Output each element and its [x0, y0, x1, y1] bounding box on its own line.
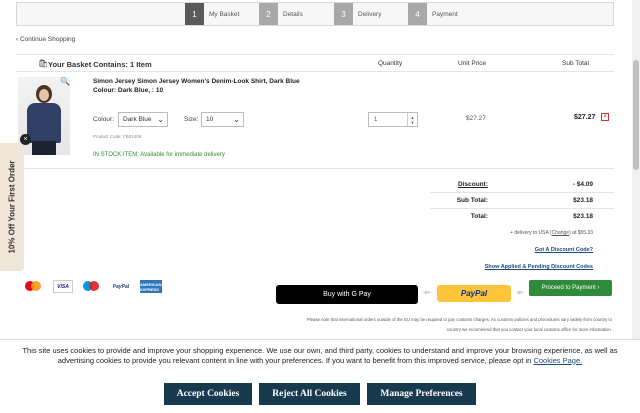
- step-payment[interactable]: 4 Payment: [408, 3, 458, 25]
- maestro-icon: [82, 280, 100, 293]
- product-code: Product Code: FB01405: [93, 134, 142, 139]
- paypal-button[interactable]: PayPal: [437, 285, 511, 302]
- unit-price: $27.27: [466, 115, 486, 122]
- divider: [430, 208, 614, 209]
- line-sub-total: $27.27: [574, 114, 596, 121]
- quantity-stepper[interactable]: 1 ▲ ▼: [368, 112, 418, 127]
- proceed-to-payment-button[interactable]: Proceed to Payment ›: [529, 280, 612, 296]
- step-my-basket[interactable]: 1 My Basket: [185, 3, 239, 25]
- first-order-discount-text: 10% Off Your First Order: [7, 160, 17, 254]
- or-separator: -or-: [516, 290, 524, 296]
- product-image-shirt: [27, 103, 61, 143]
- col-sub-total: Sub Total: [562, 60, 589, 67]
- colour-select[interactable]: Dark Blue ⌄: [118, 112, 168, 127]
- col-unit-price: Unit Price: [458, 60, 487, 67]
- step-delivery[interactable]: 3 Delivery: [334, 3, 381, 25]
- page-scrollbar[interactable]: [632, 0, 640, 340]
- subtotal-label: Sub Total:: [456, 197, 488, 204]
- checkout-steps: 1 My Basket 2 Details 3 Delivery 4 Payme…: [16, 2, 614, 26]
- change-delivery-link[interactable]: Change: [552, 230, 570, 236]
- product-image-legs: [32, 141, 56, 155]
- international-orders-note: Please note that international orders ou…: [150, 315, 612, 335]
- close-icon[interactable]: ×: [20, 134, 31, 145]
- intl-note-line: Please note that international orders ou…: [306, 317, 612, 322]
- basket-title: Your Basket Contains: 1 Item: [48, 60, 152, 69]
- colour-select-value: Dark Blue: [123, 116, 152, 123]
- delivery-suffix: ) at $55.33: [569, 230, 593, 236]
- scrollbar-thumb[interactable]: [633, 60, 639, 170]
- subtotal-value: $23.18: [573, 197, 593, 204]
- step-label: Delivery: [358, 10, 382, 18]
- chevron-down-icon[interactable]: ▼: [411, 120, 415, 125]
- reject-cookies-button[interactable]: Reject All Cookies: [259, 383, 360, 405]
- discount-label[interactable]: Discount:: [408, 181, 488, 188]
- step-number: 3: [334, 3, 353, 25]
- size-select[interactable]: 10 ⌄: [201, 112, 244, 127]
- shopping-bag-icon: 🛍: [38, 59, 49, 68]
- applied-codes-link[interactable]: Show Applied & Pending Discount Codes: [443, 264, 593, 270]
- stock-status: IN STOCK ITEM; Available for immediate d…: [93, 152, 225, 158]
- divider: [430, 192, 614, 193]
- mastercard-icon: [24, 280, 42, 293]
- manage-preferences-button[interactable]: Manage Preferences: [367, 383, 476, 405]
- cookie-message: This site uses cookies to provide and im…: [10, 346, 630, 365]
- accept-cookies-button[interactable]: Accept Cookies: [164, 383, 252, 405]
- visa-icon: VISA: [53, 280, 73, 293]
- quantity-arrows[interactable]: ▲ ▼: [407, 113, 417, 126]
- delivery-note: + delivery to USA (Change) at $55.33: [460, 230, 593, 236]
- google-pay-button[interactable]: Buy with G Pay: [276, 285, 418, 304]
- divider: [16, 168, 614, 169]
- basket-header: 🛍 Your Basket Contains: 1 Item Quantity …: [16, 54, 614, 72]
- delivery-prefix: + delivery to USA (: [510, 230, 552, 236]
- step-label: My Basket: [209, 10, 240, 18]
- discount-value: - $4.09: [572, 181, 593, 188]
- step-label: Details: [283, 10, 303, 18]
- continue-shopping-link[interactable]: ‹ Continue Shopping: [16, 36, 75, 43]
- paypal-icon: PayPal: [112, 283, 130, 290]
- delete-item-icon[interactable]: ×: [601, 113, 609, 121]
- product-image-face: [39, 89, 49, 101]
- cookie-banner: This site uses cookies to provide and im…: [0, 339, 640, 413]
- zoom-icon[interactable]: 🔍: [60, 77, 70, 86]
- chevron-down-icon: ⌄: [233, 115, 240, 124]
- step-label: Payment: [432, 10, 458, 18]
- size-select-value: 10: [206, 116, 214, 123]
- amex-icon: AMERICAN EXPRESS: [140, 280, 162, 293]
- product-name[interactable]: Simon Jersey Simon Jersey Women's Denim-…: [93, 78, 300, 85]
- cookies-page-link[interactable]: Cookies Page.: [533, 356, 582, 365]
- quantity-value: 1: [374, 116, 378, 123]
- col-quantity: Quantity: [378, 60, 403, 67]
- step-number: 4: [408, 3, 427, 25]
- discount-code-link[interactable]: Got A Discount Code?: [473, 247, 593, 253]
- first-order-discount-tab[interactable]: 10% Off Your First Order ×: [0, 134, 31, 271]
- step-details[interactable]: 2 Details: [259, 3, 303, 25]
- or-separator: -or-: [423, 290, 431, 296]
- step-number: 1: [185, 3, 204, 25]
- intl-note-line: country we recommend that you contact yo…: [446, 327, 612, 332]
- colour-label: Colour:: [93, 116, 114, 123]
- product-colour-line: Colour: Dark Blue, : 10: [93, 87, 164, 94]
- cookie-message-text: This site uses cookies to provide and im…: [22, 346, 618, 365]
- total-value: $23.18: [573, 213, 593, 220]
- size-label: Size:: [184, 116, 199, 123]
- total-label: Total:: [470, 213, 488, 220]
- chevron-down-icon: ⌄: [157, 115, 164, 124]
- step-number: 2: [259, 3, 278, 25]
